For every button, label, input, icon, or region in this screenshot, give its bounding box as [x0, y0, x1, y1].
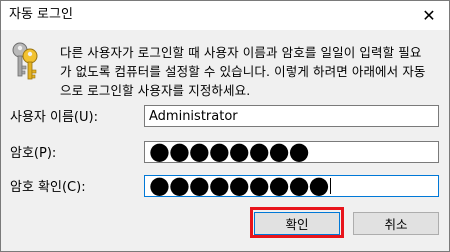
description-line: 으로 로그인할 사용자를 지정하세요. [60, 83, 251, 98]
password-input[interactable]: ●●●●●●●● [144, 136, 439, 165]
window-title: 자동 로그인 [9, 7, 73, 22]
confirm-password-label: 암호 확인(C): [10, 180, 86, 195]
username-value: Administrator [149, 108, 238, 124]
password-value: ●●●●●●●● [149, 136, 310, 165]
confirm-password-input[interactable]: ●●●●●●●●● [144, 170, 439, 199]
cancel-button[interactable]: 취소 [353, 212, 439, 235]
confirm-password-value: ●●●●●●●●● [149, 170, 329, 199]
close-icon[interactable]: ✕ [409, 1, 449, 30]
text-caret [330, 178, 332, 194]
username-label: 사용자 이름(U): [10, 110, 98, 125]
ok-button[interactable]: 확인 [254, 212, 340, 235]
description-line: 다른 사용자가 로그인할 때 사용자 이름과 암호를 일일이 입력할 필요 [60, 45, 422, 60]
title-bar[interactable]: 자동 로그인 ✕ [1, 1, 449, 30]
description-text: 다른 사용자가 로그인할 때 사용자 이름과 암호를 일일이 입력할 필요 가 … [60, 43, 440, 100]
description-line: 가 없도록 컴퓨터를 설정할 수 있습니다. 이렇게 하려면 아래에서 자동 [60, 64, 426, 79]
auto-login-dialog: 자동 로그인 ✕ 다른 사용자가 로그인할 때 사용자 이름과 암호를 일일이 … [0, 0, 450, 252]
keys-icon [12, 42, 38, 80]
password-label: 암호(P): [10, 146, 57, 161]
username-input[interactable]: Administrator [144, 105, 439, 127]
